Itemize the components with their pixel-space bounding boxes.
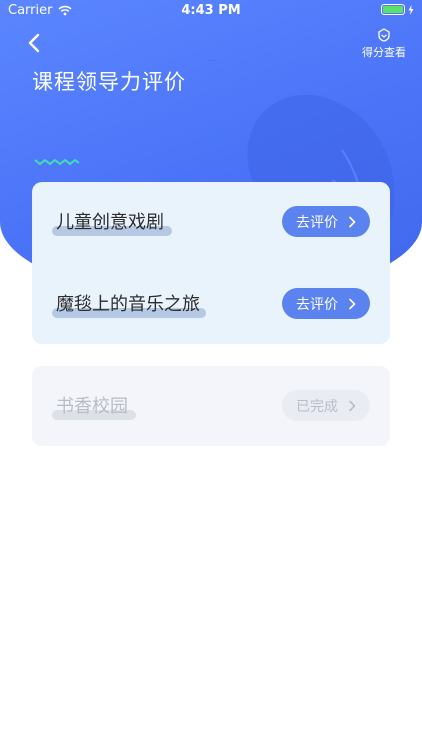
- score-view-button[interactable]: 得分查看: [360, 28, 408, 60]
- evaluate-button[interactable]: 去评价: [282, 206, 370, 237]
- charging-icon: [408, 4, 414, 15]
- completed-button: 已完成: [282, 390, 370, 421]
- status-bar: Carrier 4:43 PM: [0, 0, 422, 22]
- badge-icon: [378, 28, 390, 42]
- completed-label: 已完成: [296, 398, 338, 415]
- score-view-label: 得分查看: [362, 46, 406, 59]
- page-title: 课程领导力评价: [32, 70, 186, 94]
- chevron-right-icon: [349, 400, 356, 411]
- back-button[interactable]: [22, 30, 48, 56]
- chevron-right-icon: [349, 216, 356, 227]
- chevron-right-icon: [349, 298, 356, 309]
- course-name: 书香校园: [56, 396, 128, 417]
- evaluate-button[interactable]: 去评价: [282, 288, 370, 319]
- evaluate-label: 去评价: [296, 296, 338, 313]
- evaluate-label: 去评价: [296, 214, 338, 231]
- course-name: 魔毯上的音乐之旅: [56, 294, 200, 315]
- course-row: 儿童创意戏剧 去评价: [32, 202, 390, 242]
- chevron-left-icon: [28, 33, 40, 53]
- wave-accent-icon: [34, 159, 80, 165]
- status-time: 4:43 PM: [181, 3, 241, 18]
- battery-icon: [381, 4, 414, 15]
- completed-courses-card: 书香校园 已完成: [32, 366, 390, 446]
- course-row: 魔毯上的音乐之旅 去评价: [32, 284, 390, 324]
- course-row: 书香校园 已完成: [32, 386, 390, 426]
- pending-courses-card: 儿童创意戏剧 去评价 魔毯上的音乐之旅 去评价: [32, 182, 390, 344]
- course-name: 儿童创意戏剧: [56, 212, 164, 233]
